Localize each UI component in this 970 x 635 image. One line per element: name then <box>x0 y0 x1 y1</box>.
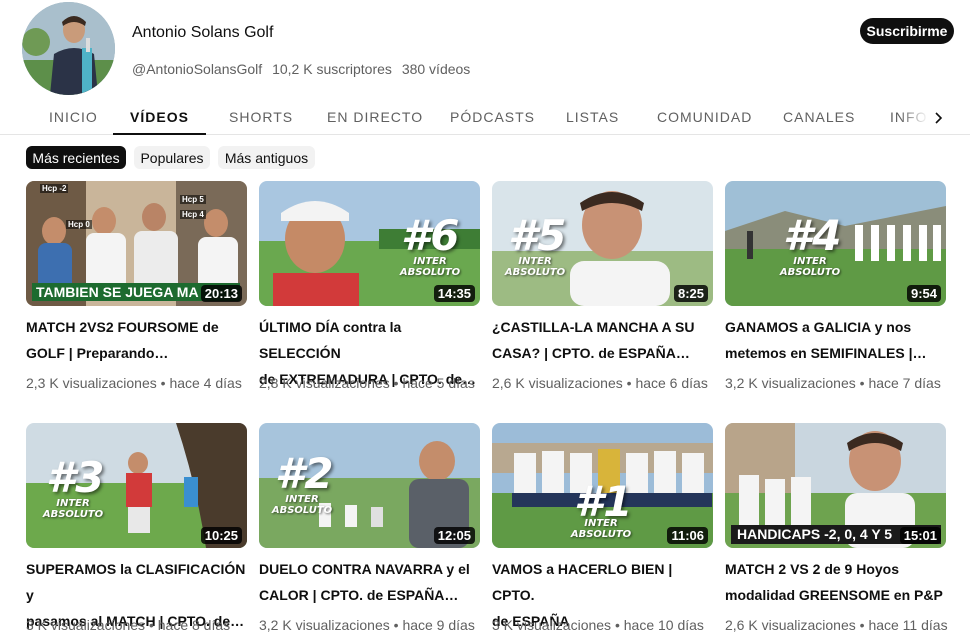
video-stats: 2,3 K visualizaciones • hace 4 días <box>26 375 242 391</box>
episode-number: #4 <box>783 211 842 260</box>
video-count: 380 vídeos <box>401 61 471 77</box>
episode-number: #6 <box>401 211 460 260</box>
video-card[interactable]: #2 INTER ABSOLUTO 12:05 DUELO CONTRA NAV… <box>259 423 481 633</box>
video-card[interactable]: #4 INTER ABSOLUTO 9:54 GANAMOS a GALICIA… <box>725 181 947 391</box>
video-stats: 2,6 K visualizaciones • hace 11 días <box>725 617 948 633</box>
episode-number: #3 <box>46 453 105 502</box>
channel-handle: @AntonioSolansGolf <box>132 61 263 77</box>
tab-shorts[interactable]: SHORTS <box>229 100 293 135</box>
video-title[interactable]: DUELO CONTRA NAVARRA y el CALOR | CPTO. … <box>259 556 481 608</box>
view-count: 2,3 K visualizaciones <box>26 375 157 391</box>
video-title[interactable]: GANAMOS a GALICIA y nos metemos en SEMIF… <box>725 314 947 366</box>
video-thumbnail[interactable]: #5 INTER ABSOLUTO 8:25 <box>492 181 713 306</box>
tab-listas[interactable]: LISTAS <box>566 100 619 135</box>
video-duration: 20:13 <box>200 285 242 302</box>
upload-age: hace 11 días <box>868 617 948 633</box>
tab-canales[interactable]: CANALES <box>783 100 855 135</box>
video-title[interactable]: ¿CASTILLA-LA MANCHA A SU CASA? | CPTO. d… <box>492 314 714 366</box>
channel-meta: @AntonioSolansGolf 10,2 K suscriptores 3… <box>132 61 476 77</box>
upload-age: hace 8 días <box>157 617 231 633</box>
video-card[interactable]: #6 INTER ABSOLUTO 14:35 ÚLTIMO DÍA contr… <box>259 181 481 391</box>
video-stats: 2,8 K visualizaciones • hace 5 días <box>259 375 475 391</box>
video-duration: 10:25 <box>200 527 242 544</box>
video-card[interactable]: HANDICAPS -2, 0, 4 Y 5 15:01 MATCH 2 VS … <box>725 423 948 633</box>
video-thumbnail[interactable]: #2 INTER ABSOLUTO 12:05 <box>259 423 480 548</box>
channel-tabs: INICIO VÍDEOS SHORTS EN DIRECTO PÓDCASTS… <box>0 100 970 135</box>
chip-populares[interactable]: Populares <box>134 146 210 169</box>
video-card[interactable]: #3 INTER ABSOLUTO 10:25 SUPERAMOS la CLA… <box>26 423 248 633</box>
view-count: 3 K visualizaciones <box>26 617 146 633</box>
episode-subtitle: INTER ABSOLUTO <box>271 494 333 516</box>
video-stats: 3 K visualizaciones • hace 10 días <box>492 617 704 633</box>
upload-age: hace 6 días <box>635 375 708 391</box>
upload-age: hace 10 días <box>623 617 704 633</box>
video-duration: 12:05 <box>433 527 475 544</box>
hcp-label: Hcp 5 <box>180 195 206 204</box>
video-thumbnail[interactable]: #3 INTER ABSOLUTO 10:25 <box>26 423 247 548</box>
video-duration: 11:06 <box>667 527 708 544</box>
video-card[interactable]: #5 INTER ABSOLUTO 8:25 ¿CASTILLA-LA MANC… <box>492 181 714 391</box>
chip-mas-recientes[interactable]: Más recientes <box>26 146 126 169</box>
tab-podcasts[interactable]: PÓDCASTS <box>450 100 535 135</box>
video-duration: 8:25 <box>673 285 708 302</box>
video-thumbnail[interactable]: #6 INTER ABSOLUTO 14:35 <box>259 181 480 306</box>
upload-age: hace 4 días <box>169 375 242 391</box>
video-stats: 3,2 K visualizaciones • hace 9 días <box>259 617 475 633</box>
view-count: 3 K visualizaciones <box>492 617 612 633</box>
video-duration: 9:54 <box>906 285 941 302</box>
channel-avatar[interactable] <box>22 2 115 95</box>
video-title[interactable]: MATCH 2 VS 2 de 9 Hoyos modalidad GREENS… <box>725 556 947 608</box>
tab-inicio[interactable]: INICIO <box>49 100 98 135</box>
video-stats: 2,6 K visualizaciones • hace 6 días <box>492 375 708 391</box>
subscriber-count: 10,2 K suscriptores <box>272 61 392 77</box>
video-thumbnail[interactable]: Hcp -2 Hcp 0 Hcp 5 Hcp 4 TAMBIEN SE JUEG… <box>26 181 247 306</box>
chip-mas-antiguos[interactable]: Más antiguos <box>218 146 315 169</box>
tab-comunidad[interactable]: COMUNIDAD <box>657 100 752 135</box>
chevron-right-icon[interactable] <box>928 108 948 128</box>
view-count: 2,6 K visualizaciones <box>725 617 856 633</box>
hcp-label: Hcp 4 <box>180 210 206 219</box>
upload-age: hace 7 días <box>868 375 941 391</box>
subscribe-button[interactable]: Suscribirme <box>860 18 954 44</box>
hcp-label: Hcp -2 <box>40 184 69 193</box>
video-title[interactable]: MATCH 2VS2 FOURSOME de GOLF | Preparando… <box>26 314 248 366</box>
channel-name: Antonio Solans Golf <box>132 24 274 41</box>
episode-number: #5 <box>508 211 567 260</box>
view-count: 2,6 K visualizaciones <box>492 375 623 391</box>
video-stats: 3,2 K visualizaciones • hace 7 días <box>725 375 941 391</box>
video-thumbnail[interactable]: #1 INTER ABSOLUTO 11:06 <box>492 423 713 548</box>
view-count: 3,2 K visualizaciones <box>259 617 390 633</box>
tab-en-directo[interactable]: EN DIRECTO <box>327 100 423 135</box>
video-card[interactable]: Hcp -2 Hcp 0 Hcp 5 Hcp 4 TAMBIEN SE JUEG… <box>26 181 248 391</box>
episode-subtitle: INTER ABSOLUTO <box>570 518 632 540</box>
tab-videos[interactable]: VÍDEOS <box>113 100 206 135</box>
episode-number: #1 <box>574 477 633 526</box>
hcp-label: Hcp 0 <box>66 220 92 229</box>
video-duration: 15:01 <box>899 527 941 544</box>
episode-number: #2 <box>275 449 334 498</box>
episode-subtitle: INTER ABSOLUTO <box>779 256 841 278</box>
video-thumbnail[interactable]: #4 INTER ABSOLUTO 9:54 <box>725 181 946 306</box>
episode-subtitle: INTER ABSOLUTO <box>399 256 461 278</box>
video-card[interactable]: #1 INTER ABSOLUTO 11:06 VAMOS a HACERLO … <box>492 423 714 633</box>
upload-age: hace 9 días <box>402 617 475 633</box>
video-duration: 14:35 <box>433 285 475 302</box>
video-stats: 3 K visualizaciones • hace 8 días <box>26 617 231 633</box>
upload-age: hace 5 días <box>402 375 475 391</box>
view-count: 2,8 K visualizaciones <box>259 375 390 391</box>
episode-subtitle: INTER ABSOLUTO <box>504 256 566 278</box>
video-thumbnail[interactable]: HANDICAPS -2, 0, 4 Y 5 15:01 <box>725 423 946 548</box>
view-count: 3,2 K visualizaciones <box>725 375 856 391</box>
episode-subtitle: INTER ABSOLUTO <box>42 498 104 520</box>
